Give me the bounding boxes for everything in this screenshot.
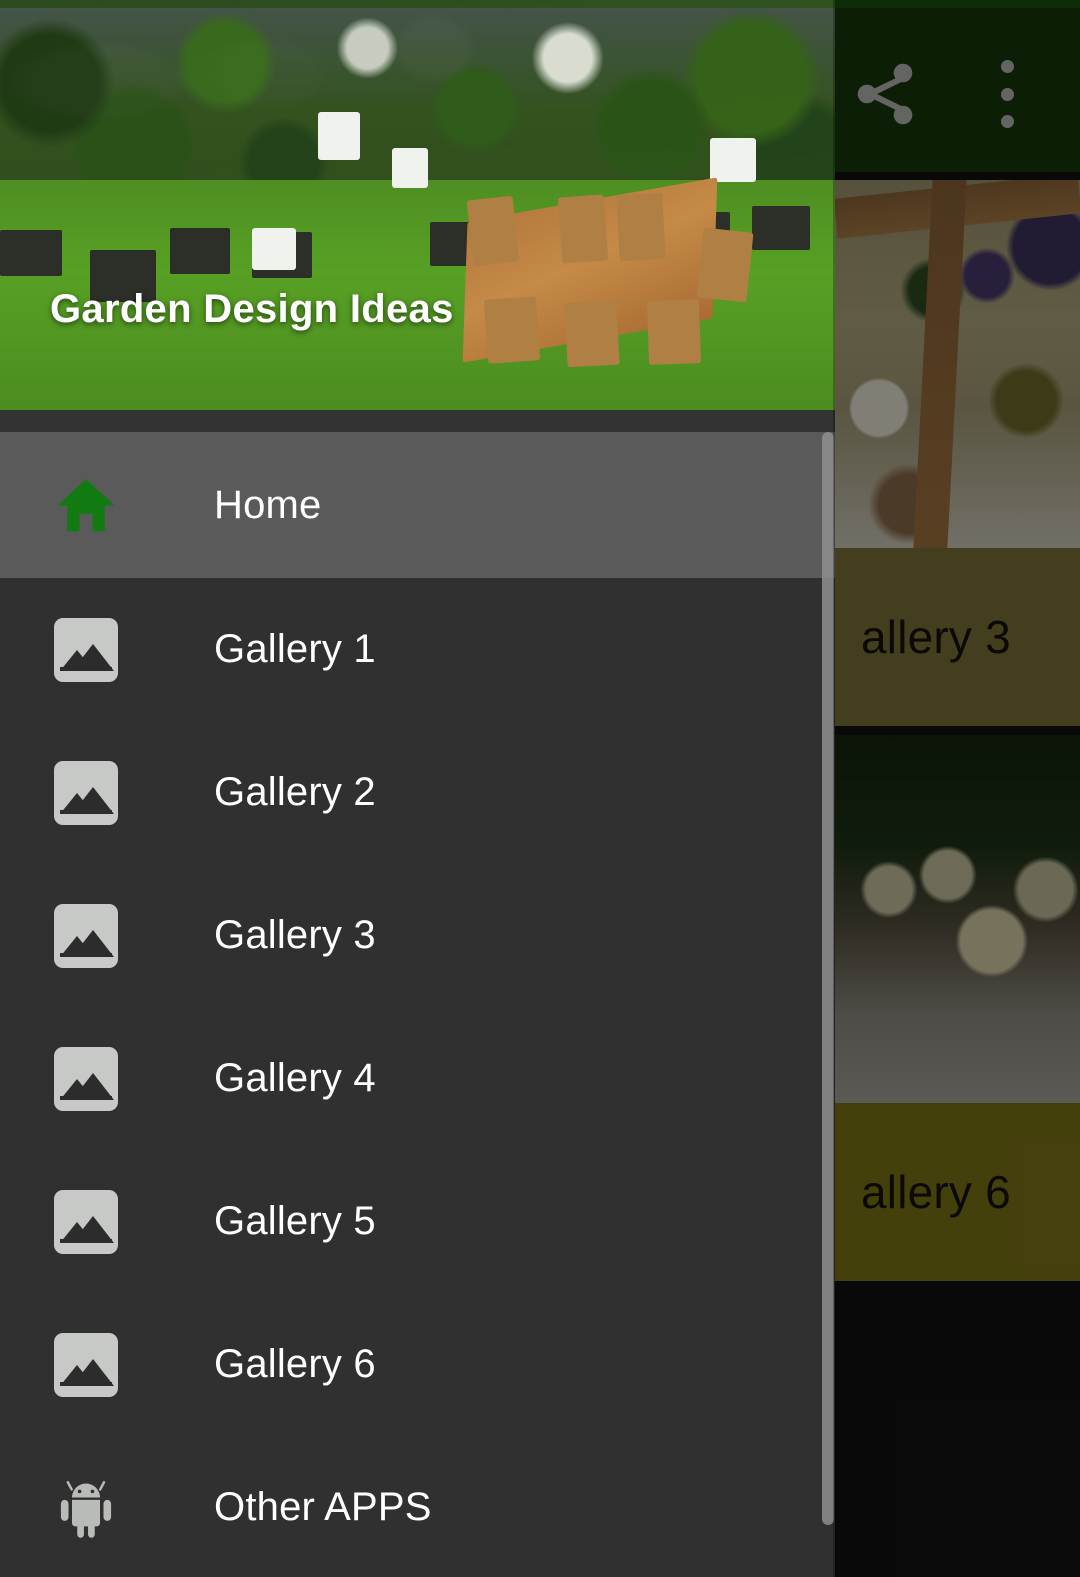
image-placeholder-glyph (54, 1189, 118, 1254)
image-placeholder-glyph (54, 1046, 118, 1111)
sidebar-item-label: Gallery 6 (214, 1342, 376, 1386)
sidebar-item-home[interactable]: Home (0, 432, 835, 578)
image-placeholder-glyph (54, 1332, 118, 1397)
garden-chair (564, 300, 620, 368)
sidebar-item-gallery-3[interactable]: Gallery 3 (0, 864, 835, 1007)
image-icon (50, 900, 122, 972)
garden-chair (646, 299, 702, 365)
garden-chair (616, 192, 666, 262)
android-icon (50, 1472, 122, 1544)
sidebar-item-label: Gallery 1 (214, 627, 376, 671)
app-screen: allery 3 allery 6 Garden Design Ideas Ho… (0, 0, 1080, 1577)
image-placeholder-glyph (54, 617, 118, 682)
navigation-drawer: Garden Design Ideas Home Gallery 1 Galle… (0, 0, 835, 1577)
home-icon (50, 469, 122, 541)
garden-chair (466, 195, 520, 267)
white-cube (252, 228, 296, 270)
solar-lamp (318, 112, 360, 160)
planter (752, 206, 810, 250)
sidebar-item-label: Gallery 3 (214, 913, 376, 957)
sidebar-item-gallery-2[interactable]: Gallery 2 (0, 721, 835, 864)
drawer-header-divider (0, 410, 835, 432)
sidebar-item-label: Home (214, 482, 322, 527)
sidebar-item-label: Gallery 2 (214, 770, 376, 814)
sidebar-item-label: Gallery 5 (214, 1199, 376, 1243)
image-icon (50, 1186, 122, 1258)
image-icon (50, 1329, 122, 1401)
drawer-edge (833, 0, 835, 1577)
sidebar-item-gallery-6[interactable]: Gallery 6 (0, 1293, 835, 1436)
image-placeholder-glyph (54, 760, 118, 825)
image-icon (50, 1043, 122, 1115)
sidebar-item-gallery-1[interactable]: Gallery 1 (0, 578, 835, 721)
image-icon (50, 757, 122, 829)
garden-chair (483, 296, 541, 364)
garden-chair (557, 194, 609, 264)
white-cube (710, 138, 756, 182)
planter (170, 228, 230, 274)
sidebar-item-other-apps[interactable]: Other APPS (0, 1436, 835, 1577)
white-cube (392, 148, 428, 188)
drawer-menu-list: Home Gallery 1 Gallery 2 Gallery 3 Galle… (0, 432, 835, 1577)
image-icon (50, 614, 122, 686)
image-placeholder-glyph (54, 903, 118, 968)
sidebar-item-label: Gallery 4 (214, 1056, 376, 1100)
sidebar-item-label: Other APPS (214, 1485, 432, 1529)
drawer-header-title: Garden Design Ideas (50, 287, 454, 331)
garden-chair (696, 227, 754, 303)
drawer-header: Garden Design Ideas (0, 0, 835, 410)
planter (0, 230, 62, 276)
sidebar-item-gallery-4[interactable]: Gallery 4 (0, 1007, 835, 1150)
sidebar-item-gallery-5[interactable]: Gallery 5 (0, 1150, 835, 1293)
